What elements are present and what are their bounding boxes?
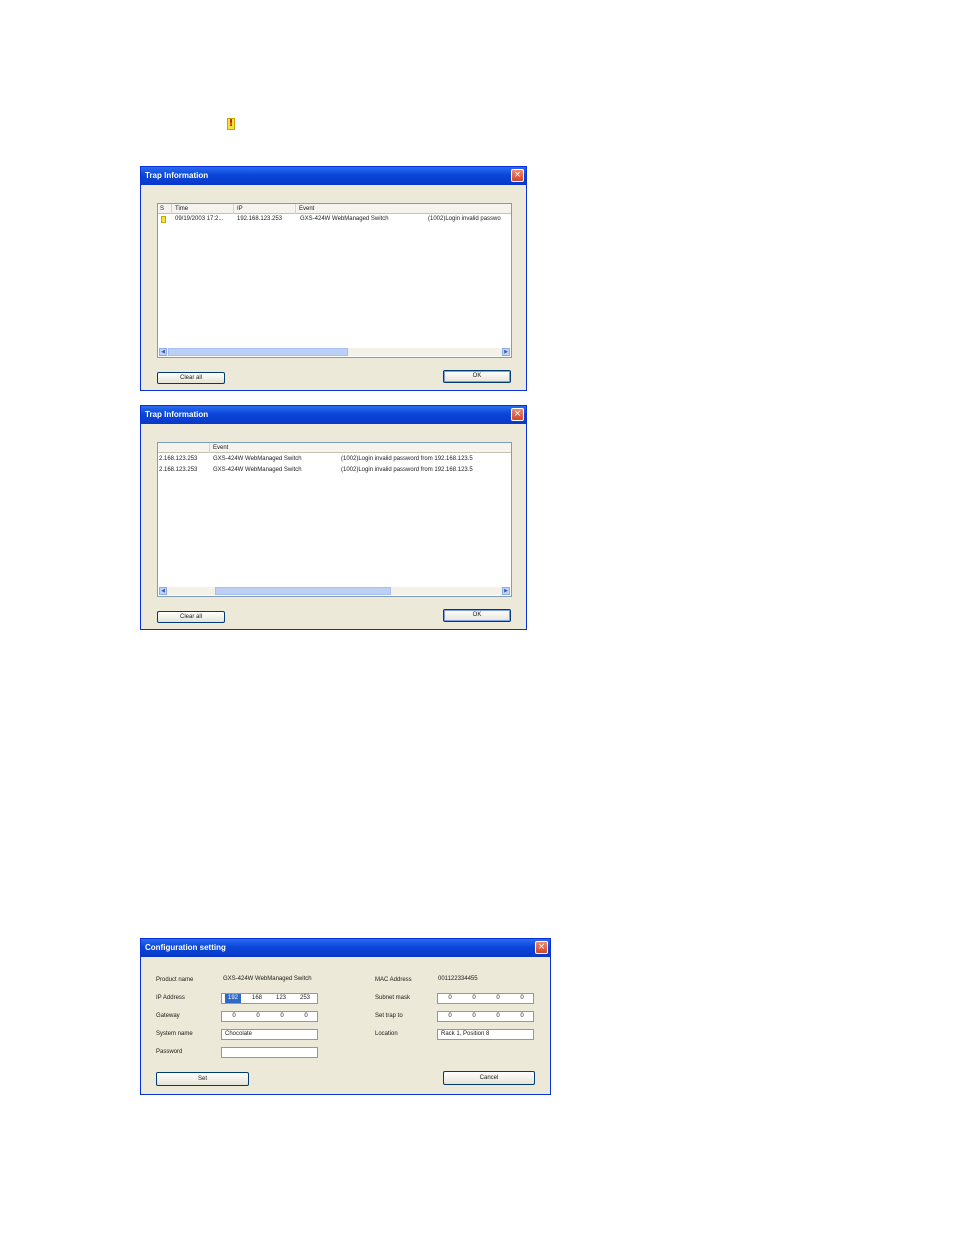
clear-all-button[interactable]: Clear all [157, 611, 225, 623]
trap-message: (1002)Login invalid passwo [428, 216, 501, 222]
scroll-left-icon[interactable]: ◀ [159, 348, 167, 356]
ip-octet-1[interactable]: 192 [225, 994, 241, 1003]
close-icon[interactable]: × [511, 408, 524, 421]
subnet-mask-label: Subnet mask [375, 995, 411, 1001]
subnet-mask-field[interactable]: 0 0 0 0 [437, 993, 534, 1004]
trap-list[interactable]: S Time IP Event 09/19/2003 17:2... 192.1… [157, 203, 512, 358]
window-title: Trap Information [141, 167, 526, 185]
trap-message: (1002)Login invalid password from 192.16… [341, 456, 473, 462]
gateway-label: Gateway [156, 1013, 180, 1019]
subnet-octet-4[interactable]: 0 [511, 994, 533, 1003]
mac-address-value: 001122334455 [438, 976, 478, 982]
cancel-button[interactable]: Cancel [443, 1071, 535, 1085]
trap-ip: 192.168.123.253 [237, 216, 283, 222]
table-row[interactable]: 2.168.123.253 GXS-424W WebManaged Switch… [158, 466, 511, 475]
table-row[interactable]: 09/19/2003 17:2... 192.168.123.253 GXS-4… [158, 215, 511, 224]
scroll-right-icon[interactable]: ▶ [502, 587, 510, 595]
horizontal-scrollbar[interactable]: ◀ ▶ [159, 348, 510, 356]
subnet-octet-2[interactable]: 0 [463, 994, 485, 1003]
gateway-octet-3[interactable]: 0 [271, 1012, 293, 1021]
scroll-left-icon[interactable]: ◀ [159, 587, 167, 595]
trap-octet-2[interactable]: 0 [463, 1012, 485, 1021]
system-name-label: System name [156, 1031, 193, 1037]
subnet-octet-1[interactable]: 0 [439, 994, 461, 1003]
column-header-status[interactable]: S [158, 204, 172, 214]
configuration-setting-window: Configuration setting × Product name GXS… [140, 938, 551, 1095]
ip-octet-2[interactable]: 168 [246, 994, 268, 1003]
set-button[interactable]: Set [156, 1072, 249, 1086]
gateway-octet-2[interactable]: 0 [247, 1012, 269, 1021]
trap-information-window-scrolled: Trap Information × Event 2.168.123.253 G… [140, 405, 527, 630]
table-row[interactable]: 2.168.123.253 GXS-424W WebManaged Switch… [158, 455, 511, 464]
column-header-ip[interactable]: IP [234, 204, 296, 214]
gateway-octet-1[interactable]: 0 [223, 1012, 245, 1021]
password-label: Password [156, 1049, 183, 1055]
close-icon[interactable]: × [535, 941, 548, 954]
column-header-time[interactable]: Time [172, 204, 234, 214]
window-title: Trap Information [141, 406, 526, 424]
column-header-ip[interactable] [158, 443, 210, 453]
horizontal-scrollbar[interactable]: ◀ ▶ [159, 587, 510, 595]
ip-octet-3[interactable]: 123 [270, 994, 292, 1003]
trap-device: GXS-424W WebManaged Switch [300, 216, 389, 222]
scroll-thumb[interactable] [168, 348, 348, 356]
trap-list[interactable]: Event 2.168.123.253 GXS-424W WebManaged … [157, 442, 512, 597]
close-icon[interactable]: × [511, 169, 524, 182]
trap-device: GXS-424W WebManaged Switch [213, 456, 302, 462]
column-header-event[interactable]: Event [210, 443, 511, 453]
list-header: S Time IP Event [158, 204, 511, 214]
warning-icon [161, 216, 166, 223]
password-field[interactable] [221, 1047, 318, 1058]
trap-ip: 2.168.123.253 [159, 467, 198, 473]
ip-address-field[interactable]: 192 168 123 253 [221, 993, 318, 1004]
trap-ip: 2.168.123.253 [159, 456, 198, 462]
product-name-label: Product name [156, 977, 194, 983]
system-name-field[interactable]: Chocolate [221, 1029, 318, 1040]
clear-all-button[interactable]: Clear all [157, 372, 225, 384]
list-header: Event [158, 443, 511, 453]
window-title: Configuration setting [141, 939, 550, 957]
trap-device: GXS-424W WebManaged Switch [213, 467, 302, 473]
subnet-octet-3[interactable]: 0 [487, 994, 509, 1003]
trap-time: 09/19/2003 17:2... [175, 216, 224, 222]
location-field[interactable]: Rack 1, Position 8 [437, 1029, 534, 1040]
set-trap-to-label: Set trap to [375, 1013, 403, 1019]
warning-icon [227, 118, 235, 130]
ok-button[interactable]: OK [443, 370, 511, 383]
trap-information-window: Trap Information × S Time IP Event 09/19… [140, 166, 527, 391]
set-trap-to-field[interactable]: 0 0 0 0 [437, 1011, 534, 1022]
ok-button[interactable]: OK [443, 609, 511, 622]
trap-octet-1[interactable]: 0 [439, 1012, 461, 1021]
trap-octet-3[interactable]: 0 [487, 1012, 509, 1021]
gateway-field[interactable]: 0 0 0 0 [221, 1011, 318, 1022]
product-name-value: GXS-424W WebManaged Switch [223, 976, 312, 982]
ip-octet-4[interactable]: 253 [294, 994, 316, 1003]
mac-address-label: MAC Address [375, 977, 412, 983]
scroll-right-icon[interactable]: ▶ [502, 348, 510, 356]
scroll-thumb[interactable] [215, 587, 391, 595]
trap-octet-4[interactable]: 0 [511, 1012, 533, 1021]
column-header-event[interactable]: Event [296, 204, 511, 214]
location-label: Location [375, 1031, 398, 1037]
ip-address-label: IP Address [156, 995, 185, 1001]
gateway-octet-4[interactable]: 0 [295, 1012, 317, 1021]
trap-message: (1002)Login invalid password from 192.16… [341, 467, 473, 473]
